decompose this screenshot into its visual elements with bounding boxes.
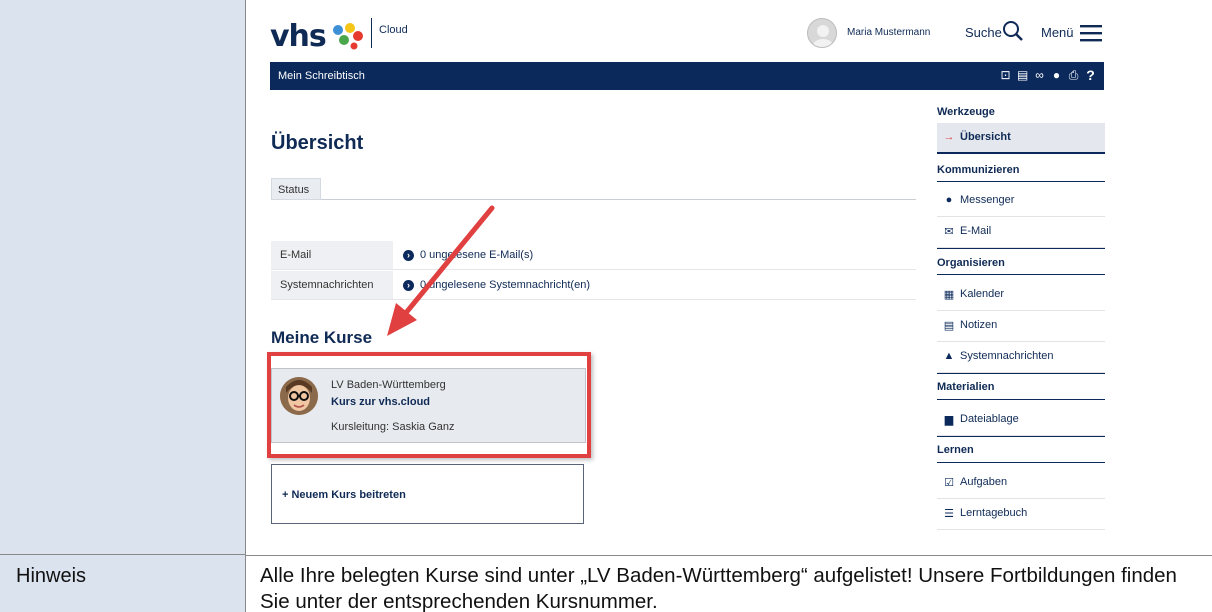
sidebar-item-label: Systemnachrichten: [960, 350, 1054, 362]
join-course-card[interactable]: + Neuem Kurs beitreten: [271, 464, 584, 524]
info-value-text[interactable]: 0 ungelesene Systemnachricht(en): [420, 279, 590, 291]
menu-label[interactable]: Menü: [1041, 25, 1074, 40]
calendar-icon: ▦: [943, 289, 955, 301]
sidebar-item-label: Dateiablage: [960, 413, 1019, 425]
sidebar-item-label: E-Mail: [960, 225, 992, 237]
hint-label-cell: Hinweis: [0, 555, 246, 612]
sidebar-rule: [937, 248, 1105, 249]
sidebar-heading-werkzeuge: Werkzeuge: [937, 106, 995, 118]
vhs-logo[interactable]: vhs: [270, 22, 327, 52]
search-label[interactable]: Suche: [965, 25, 1002, 40]
vhs-logo-dots-icon: [333, 23, 363, 50]
sidebar-rule: [937, 462, 1105, 463]
sidebar-item-label: Notizen: [960, 319, 998, 331]
arrow-right-icon: →: [943, 131, 955, 143]
info-value-text[interactable]: 0 ungelesene E-Mail(s): [420, 249, 533, 261]
sidebar-item-label: Kalender: [960, 288, 1005, 300]
hint-text-cell: Alle Ihre belegten Kurse sind unter „LV …: [246, 555, 1212, 612]
board-icon[interactable]: ⊡: [1000, 68, 1011, 82]
hint-label: Hinweis: [16, 565, 87, 587]
sidebar-rule: [937, 181, 1105, 182]
sidebar-item-label: Messenger: [960, 194, 1015, 206]
user-silhouette-icon: [813, 25, 833, 47]
my-courses-title: Meine Kurse: [271, 328, 373, 347]
messenger-icon: ●: [945, 194, 953, 206]
sidebar-item-email[interactable]: ✉ E-Mail: [937, 217, 1105, 248]
highlight-frame: [267, 352, 591, 458]
page-title: Übersicht: [271, 132, 364, 154]
arrow-right-circle-icon: ›: [403, 249, 414, 261]
help-icon[interactable]: ?: [1085, 68, 1096, 82]
tab-underline: [321, 199, 916, 200]
sidebar-item-uebersicht[interactable]: → Übersicht: [937, 123, 1105, 154]
info-value-link[interactable]: › 0 ungelesene Systemnachricht(en): [403, 279, 590, 291]
info-key: E-Mail: [271, 241, 393, 269]
sidebar-item-notizen[interactable]: ▤ Notizen: [937, 311, 1105, 342]
journal-icon: ☰: [944, 508, 954, 520]
sidebar-item-label: Übersicht: [960, 131, 1011, 143]
vhs-cloud-screenshot: vhs Cloud Maria Mustermann Suche Menü Me…: [247, 0, 1212, 555]
tab-status[interactable]: Status: [271, 178, 321, 200]
arrow-right-circle-icon: ›: [403, 279, 414, 291]
user-avatar[interactable]: [807, 18, 837, 48]
notes-icon[interactable]: ▤: [1017, 68, 1028, 82]
join-course-button[interactable]: + Neuem Kurs beitreten: [282, 489, 406, 501]
sidebar-heading-kommunizieren: Kommunizieren: [937, 164, 1020, 176]
sidebar-item-systemnachrichten[interactable]: ▲ Systemnachrichten: [937, 342, 1105, 373]
sidebar-item-messenger[interactable]: ● Messenger: [937, 186, 1105, 217]
document-left-cell: [0, 0, 246, 555]
sidebar-heading-organisieren: Organisieren: [937, 257, 1005, 269]
hamburger-menu-icon[interactable]: [1080, 24, 1102, 42]
sidebar-rule: [937, 373, 1105, 374]
info-row-email: E-Mail › 0 ungelesene E-Mail(s): [271, 241, 916, 270]
desk-navbar: Mein Schreibtisch ⊡ ▤ ∞ ● ⎙ ?: [270, 62, 1104, 90]
sidebar-heading-lernen: Lernen: [937, 444, 974, 456]
checkbox-icon: ☑: [944, 477, 954, 489]
user-name[interactable]: Maria Mustermann: [847, 27, 930, 38]
sidebar-item-lerntagebuch[interactable]: ☰ Lerntagebuch: [937, 499, 1105, 530]
sidebar-rule: [937, 399, 1105, 400]
notes-icon: ▤: [943, 320, 955, 332]
envelope-icon: ✉: [944, 226, 954, 238]
search-icon[interactable]: [1002, 20, 1024, 42]
warning-icon: ▲: [943, 350, 955, 362]
link-icon[interactable]: ∞: [1034, 68, 1045, 82]
sidebar-heading-materialien: Materialien: [937, 381, 995, 393]
sidebar-item-aufgaben[interactable]: ☑ Aufgaben: [937, 468, 1105, 499]
sidebar-item-dateiablage[interactable]: ▆ Dateiablage: [937, 405, 1105, 436]
navbar-title: Mein Schreibtisch: [278, 70, 365, 82]
navbar-icons: ⊡ ▤ ∞ ● ⎙ ?: [1000, 68, 1096, 82]
logo-separator: [371, 18, 372, 48]
info-value-link[interactable]: › 0 ungelesene E-Mail(s): [403, 249, 533, 261]
sidebar-item-label: Aufgaben: [960, 476, 1008, 488]
sidebar-item-label: Lerntagebuch: [960, 507, 1028, 519]
location-icon[interactable]: ●: [1051, 68, 1062, 82]
sidebar-rule: [937, 436, 1105, 437]
document-table: Hinweis Alle Ihre belegten Kurse sind un…: [0, 0, 1212, 612]
info-key: Systemnachrichten: [271, 271, 393, 299]
print-icon[interactable]: ⎙: [1068, 68, 1079, 82]
hint-text: Alle Ihre belegten Kurse sind unter „LV …: [260, 564, 1177, 612]
sidebar-rule: [937, 274, 1105, 275]
folder-icon: ▆: [944, 414, 954, 426]
logo-cloud-label: Cloud: [379, 24, 408, 36]
sidebar-item-kalender[interactable]: ▦ Kalender: [937, 280, 1105, 311]
info-row-systemnachrichten: Systemnachrichten › 0 ungelesene Systemn…: [271, 271, 916, 300]
